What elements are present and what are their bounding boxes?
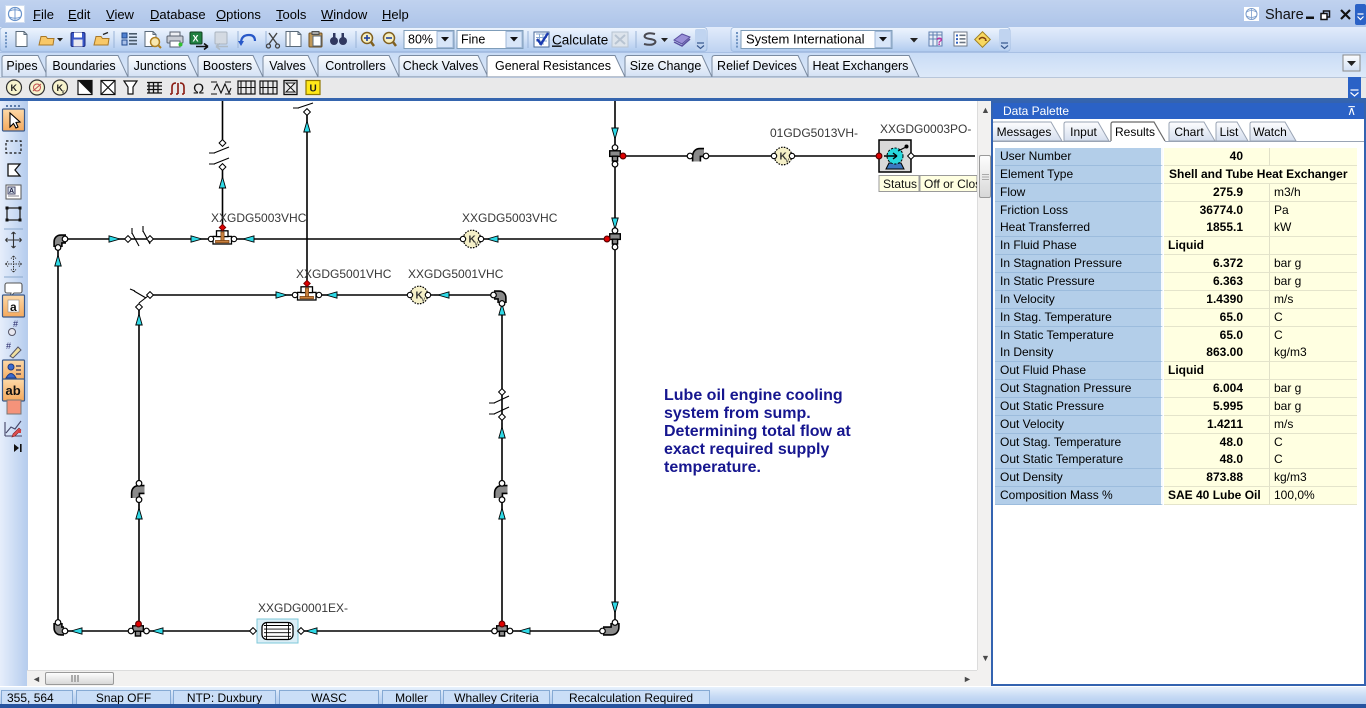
svg-text:System International: System International: [746, 32, 865, 47]
svg-text:Share: Share: [1265, 7, 1304, 23]
svg-text:ab: ab: [6, 383, 21, 398]
svg-text:Determining total flow at: Determining total flow at: [664, 423, 851, 440]
svg-text:XXGDG5003VHC: XXGDG5003VHC: [462, 211, 558, 225]
svg-text:Pipes: Pipes: [6, 59, 37, 73]
svg-text:#: #: [6, 341, 11, 351]
svg-text:K: K: [11, 83, 18, 93]
svg-text:Controllers: Controllers: [325, 59, 385, 73]
svg-text:XXGDG5001VHC: XXGDG5001VHC: [296, 267, 392, 281]
svg-text:a: a: [10, 300, 17, 314]
svg-text:Ω: Ω: [193, 81, 204, 98]
svg-text:temperature.: temperature.: [664, 459, 761, 476]
svg-text:Size Change: Size Change: [630, 59, 702, 73]
svg-text:Fine: Fine: [461, 33, 485, 47]
svg-text:U: U: [310, 84, 317, 95]
svg-text:XXGDG0003PO-: XXGDG0003PO-: [880, 122, 971, 136]
svg-text:Results: Results: [1115, 125, 1155, 139]
svg-text:exact required supply: exact required supply: [664, 441, 829, 458]
svg-text:Relief Devices: Relief Devices: [717, 59, 797, 73]
svg-text:Junctions: Junctions: [134, 59, 187, 73]
svg-text:Watch: Watch: [1253, 125, 1287, 139]
svg-text:XXGDG5003VHC: XXGDG5003VHC: [211, 211, 307, 225]
svg-text:Heat Exchangers: Heat Exchangers: [813, 59, 909, 73]
svg-text:v: v: [422, 297, 426, 304]
svg-text:v: v: [62, 90, 65, 96]
svg-text:General Resistances: General Resistances: [495, 59, 611, 73]
svg-text:v: v: [786, 158, 790, 165]
svg-text:system from sump.: system from sump.: [664, 405, 811, 422]
svg-text:Valves: Valves: [269, 59, 306, 73]
svg-text:01GDG5013VH-: 01GDG5013VH-: [770, 126, 858, 140]
svg-text:Off or Clos: Off or Clos: [924, 177, 977, 191]
svg-text:Check Valves: Check Valves: [403, 59, 479, 73]
svg-text:A: A: [9, 188, 14, 195]
svg-text:80%: 80%: [408, 33, 433, 47]
svg-text:Lube oil engine cooling: Lube oil engine cooling: [664, 387, 843, 404]
svg-text:v: v: [475, 241, 479, 248]
svg-text:Messages: Messages: [997, 125, 1052, 139]
svg-text:X: X: [193, 34, 199, 44]
svg-text:XXGDG0001EX-: XXGDG0001EX-: [258, 601, 348, 615]
svg-text:?: ?: [936, 36, 943, 48]
svg-text:Chart: Chart: [1174, 125, 1204, 139]
svg-text:XXGDG5001VHC: XXGDG5001VHC: [408, 267, 504, 281]
svg-text:Input: Input: [1070, 125, 1097, 139]
svg-text:Boosters: Boosters: [203, 59, 252, 73]
svg-text:Boundaries: Boundaries: [52, 59, 115, 73]
svg-text:Status: Status: [883, 177, 917, 191]
svg-text:#: #: [13, 319, 18, 329]
svg-text:List: List: [1220, 125, 1239, 139]
svg-text:Calculate: Calculate: [552, 33, 608, 48]
